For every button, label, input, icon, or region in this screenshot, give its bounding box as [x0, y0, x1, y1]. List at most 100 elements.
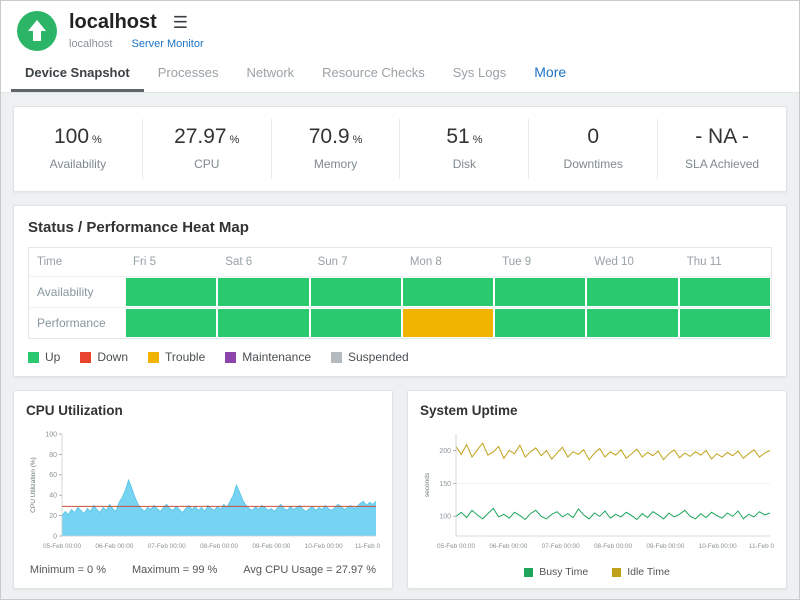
- heatmap-row-label: Performance: [29, 308, 125, 338]
- legend-label: Down: [97, 350, 128, 364]
- hamburger-menu-icon[interactable]: ☰: [173, 14, 188, 31]
- tab-sys-logs[interactable]: Sys Logs: [439, 56, 520, 92]
- legend-label: Maintenance: [242, 350, 311, 364]
- stat-label: Memory: [272, 157, 400, 171]
- stat-value: 70.9: [309, 125, 350, 148]
- stat-label: CPU: [143, 157, 271, 171]
- monitor-up-status-icon: [17, 11, 57, 51]
- svg-text:100: 100: [45, 431, 57, 438]
- heatmap-cell-up[interactable]: [311, 278, 401, 306]
- svg-text:10-Feb 00:00: 10-Feb 00:00: [699, 543, 737, 550]
- tab-device-snapshot[interactable]: Device Snapshot: [11, 56, 144, 92]
- heatmap-cell-up[interactable]: [218, 278, 308, 306]
- heatmap-col-header: Wed 10: [586, 248, 678, 276]
- heatmap-cell-up[interactable]: [495, 278, 585, 306]
- stat-unit: %: [353, 134, 363, 146]
- svg-text:10-Feb 00:00: 10-Feb 00:00: [305, 543, 343, 550]
- svg-text:06-Feb 00:00: 06-Feb 00:00: [95, 543, 133, 550]
- stat-label: SLA Achieved: [658, 157, 786, 171]
- heatmap-legend-maintenance: Maintenance: [225, 350, 311, 364]
- legend-swatch: [524, 568, 533, 577]
- heatmap-cell-up[interactable]: [126, 309, 216, 337]
- stat-value: 51: [446, 125, 469, 148]
- stat-availability: 100%Availability: [14, 119, 143, 179]
- cpu-summary-stat: Avg CPU Usage = 27.97 %: [243, 564, 376, 576]
- heatmap-row-performance: Performance: [29, 307, 771, 338]
- heatmap-cell-up[interactable]: [311, 309, 401, 337]
- svg-text:11-Feb 0: 11-Feb 0: [749, 543, 774, 550]
- heatmap-col-header: Time: [29, 248, 125, 276]
- svg-text:05-Feb 00:00: 05-Feb 00:00: [43, 543, 81, 550]
- uptime-legend: Busy TimeIdle Time: [420, 566, 774, 578]
- tab-processes[interactable]: Processes: [144, 56, 233, 92]
- up-arrow-icon: [17, 11, 57, 51]
- svg-text:0: 0: [53, 533, 57, 540]
- legend-swatch: [331, 352, 342, 363]
- svg-text:200: 200: [439, 448, 451, 455]
- breadcrumb-host: localhost: [69, 38, 112, 50]
- heatmap-col-header: Tue 9: [494, 248, 586, 276]
- cpu-chart-footer: Minimum = 0 %Maximum = 99 %Avg CPU Usage…: [26, 564, 380, 576]
- cpu-summary-stat: Minimum = 0 %: [30, 564, 106, 576]
- tab-more[interactable]: More: [520, 55, 580, 92]
- heatmap-col-header: Thu 11: [679, 248, 771, 276]
- heatmap-legend-trouble: Trouble: [148, 350, 205, 364]
- heatmap-cell-up[interactable]: [495, 309, 585, 337]
- stat-cpu: 27.97% CPU: [143, 119, 272, 179]
- stat-label: Downtimes: [529, 157, 657, 171]
- legend-swatch: [28, 352, 39, 363]
- legend-label: Trouble: [165, 350, 205, 364]
- svg-text:40: 40: [49, 493, 57, 500]
- breadcrumb: localhost Server Monitor: [69, 38, 204, 50]
- svg-text:150: 150: [439, 481, 451, 488]
- breadcrumb-monitor-type-link[interactable]: Server Monitor: [131, 38, 203, 50]
- stat-label: Disk: [400, 157, 528, 171]
- heatmap-col-header: Sun 7: [310, 248, 402, 276]
- svg-text:07-Feb 00:00: 07-Feb 00:00: [148, 543, 186, 550]
- tab-network[interactable]: Network: [232, 56, 308, 92]
- heatmap-cell-up[interactable]: [587, 278, 677, 306]
- svg-text:60: 60: [49, 472, 57, 479]
- cpu-utilization-chart: 020406080100CPU Utilization (%)05-Feb 00…: [26, 426, 380, 558]
- svg-text:07-Feb 00:00: 07-Feb 00:00: [542, 543, 580, 550]
- system-uptime-card: System Uptime 100150200seconds05-Feb 00:…: [407, 390, 787, 589]
- legend-swatch: [225, 352, 236, 363]
- svg-text:11-Feb 0: 11-Feb 0: [355, 543, 380, 550]
- charts-row: CPU Utilization 020406080100CPU Utilizat…: [13, 390, 787, 589]
- heatmap-cell-up[interactable]: [403, 278, 493, 306]
- heatmap-legend: UpDownTroubleMaintenanceSuspended: [28, 350, 772, 364]
- stat-unit: %: [230, 134, 240, 146]
- svg-text:CPU Utilization (%): CPU Utilization (%): [30, 457, 37, 513]
- legend-swatch: [612, 568, 621, 577]
- heatmap-cell-up[interactable]: [218, 309, 308, 337]
- heatmap-cell-up[interactable]: [587, 309, 677, 337]
- svg-text:05-Feb 00:00: 05-Feb 00:00: [437, 543, 475, 550]
- heatmap-legend-up: Up: [28, 350, 60, 364]
- stat-memory: 70.9% Memory: [272, 119, 401, 179]
- heatmap-cell-trouble[interactable]: [403, 309, 493, 337]
- heatmap-cell-up[interactable]: [126, 278, 216, 306]
- stat-value: 100: [54, 125, 89, 148]
- svg-text:09-Feb 00:00: 09-Feb 00:00: [252, 543, 290, 550]
- svg-text:20: 20: [49, 513, 57, 520]
- legend-swatch: [80, 352, 91, 363]
- heatmap-card: Status / Performance Heat Map TimeFri 5S…: [13, 205, 787, 377]
- stat-sla-achieved: - NA -SLA Achieved: [658, 119, 786, 179]
- heatmap-col-header: Mon 8: [402, 248, 494, 276]
- heatmap-cell-up[interactable]: [680, 309, 770, 337]
- legend-label: Busy Time: [539, 566, 588, 578]
- legend-swatch: [148, 352, 159, 363]
- heatmap-cell-up[interactable]: [680, 278, 770, 306]
- stat-value: 27.97: [174, 125, 227, 148]
- cpu-utilization-card: CPU Utilization 020406080100CPU Utilizat…: [13, 390, 393, 589]
- heatmap-col-header: Fri 5: [125, 248, 217, 276]
- heatmap-row-label: Availability: [29, 277, 125, 307]
- heatmap-legend-down: Down: [80, 350, 128, 364]
- svg-text:08-Feb 00:00: 08-Feb 00:00: [200, 543, 238, 550]
- stat-value: 0: [587, 125, 599, 148]
- cpu-chart-title: CPU Utilization: [26, 403, 380, 418]
- uptime-legend-busy-time: Busy Time: [524, 566, 588, 578]
- svg-text:06-Feb 00:00: 06-Feb 00:00: [489, 543, 527, 550]
- stat-unit: %: [473, 134, 483, 146]
- tab-resource-checks[interactable]: Resource Checks: [308, 56, 439, 92]
